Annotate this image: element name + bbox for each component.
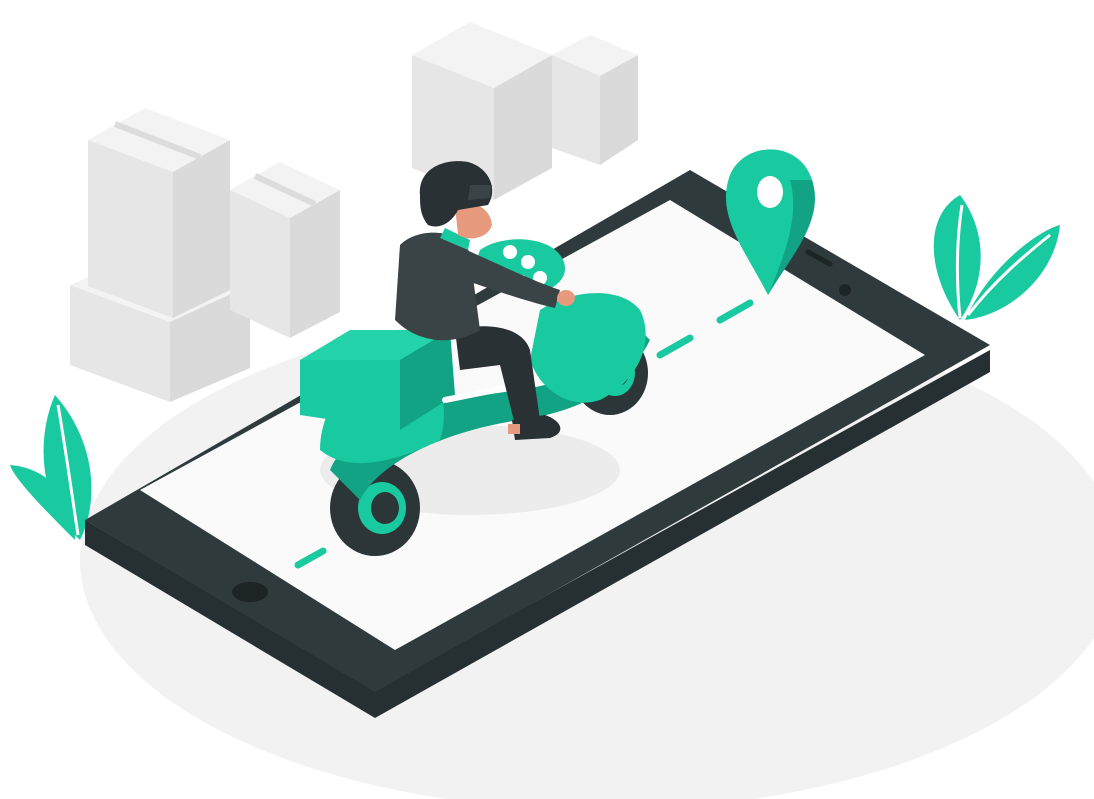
delivery-illustration <box>0 0 1094 799</box>
home-button <box>232 582 268 602</box>
leaf-icon <box>933 195 1060 320</box>
leaf-icon <box>10 395 92 540</box>
